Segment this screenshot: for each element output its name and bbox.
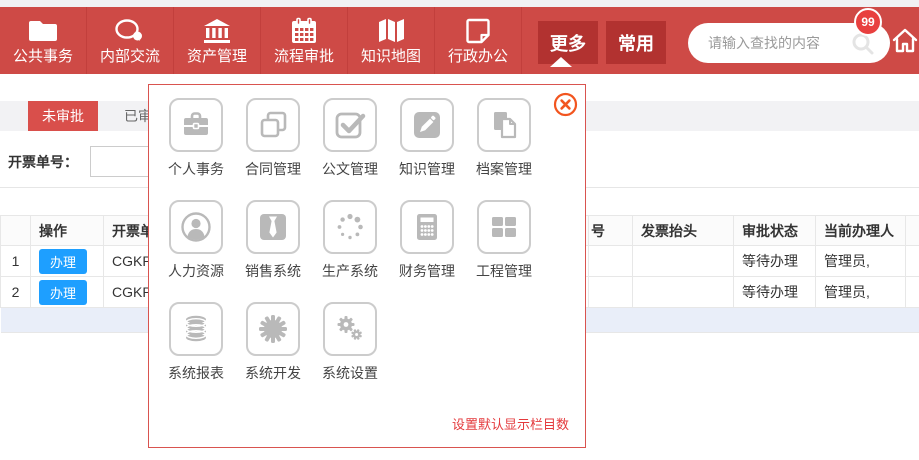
gears-icon (323, 302, 377, 356)
panel-item-label: 销售系统 (245, 261, 301, 281)
tab-unapproved[interactable]: 未审批 (28, 101, 98, 131)
table-cell (633, 277, 734, 308)
panel-item-label: 系统设置 (322, 363, 378, 383)
column-header: 审批状态 (734, 216, 816, 246)
panel-item-label: 工程管理 (476, 261, 532, 281)
chat-icon (113, 15, 147, 45)
tie-icon (246, 200, 300, 254)
panel-item-pencil[interactable]: 知识管理 (399, 98, 455, 179)
panel-item-grid[interactable]: 工程管理 (476, 200, 532, 281)
nav-item-chat[interactable]: 内部交流 (87, 7, 174, 74)
table-cell: 1 (1, 246, 31, 277)
panel-item-label: 生产系统 (322, 261, 378, 281)
panel-item-gears[interactable]: 系统设置 (322, 302, 378, 383)
panel-item-user[interactable]: 人力资源 (168, 200, 224, 281)
nav-items: 公共事务 内部交流 资产管理 流程审批 知识地图 行政办公 (0, 7, 522, 74)
notification-badge: 99 (854, 8, 882, 36)
common-button[interactable]: 常用 (606, 21, 666, 64)
table-cell: 管理员, (816, 246, 906, 277)
nav-item-calendar[interactable]: 流程审批 (261, 7, 348, 74)
invoice-no-label: 开票单号： (8, 152, 78, 172)
panel-item-label: 档案管理 (476, 159, 532, 179)
panel-item-label: 个人事务 (168, 159, 224, 179)
map-icon (376, 15, 406, 45)
panel-item-pages[interactable]: 档案管理 (476, 98, 532, 179)
panel-item-tie[interactable]: 销售系统 (245, 200, 301, 281)
check-square-icon (323, 98, 377, 152)
nav-item-bank[interactable]: 资产管理 (174, 7, 261, 74)
nav-item-label: 公共事务 (13, 48, 73, 66)
panel-grid-row: 系统报表 系统开发 系统设置 (168, 302, 585, 383)
column-header: 号 (589, 216, 633, 246)
nav-item-label: 知识地图 (361, 48, 421, 66)
user-icon (169, 200, 223, 254)
table-cell: 等待办理 (734, 277, 816, 308)
panel-item-calculator[interactable]: 财务管理 (399, 200, 455, 281)
document-icon (463, 15, 493, 45)
calendar-icon (288, 15, 320, 45)
top-strip (0, 0, 919, 7)
search-input[interactable] (706, 29, 850, 57)
table-cell (906, 246, 919, 277)
nav-item-label: 流程审批 (274, 48, 334, 66)
copy-icon (246, 98, 300, 152)
close-icon[interactable] (553, 92, 578, 117)
more-apps-panel: 个人事务 合同管理 公文管理 知识管理 档案管理人力资源 销售系统 生产系统 财务管理 工程管理… (148, 84, 586, 448)
home-icon[interactable] (891, 26, 919, 61)
panel-item-label: 人力资源 (168, 261, 224, 281)
search-icon[interactable] (850, 31, 876, 62)
calculator-icon (400, 200, 454, 254)
handle-button[interactable]: 办理 (39, 249, 87, 274)
panel-item-label: 系统开发 (245, 363, 301, 383)
spinner-icon (323, 200, 377, 254)
app-page: 公共事务内部交流资产管理流程审批知识地图行政办公 更多 常用 99 未审批 已审… (0, 0, 919, 460)
nav-item-document[interactable]: 行政办公 (435, 7, 522, 74)
panel-item-label: 公文管理 (322, 159, 378, 179)
table-cell (633, 246, 734, 277)
nav-item-folder[interactable]: 公共事务 (0, 7, 87, 74)
panel-item-label: 系统报表 (168, 363, 224, 383)
column-header: 当前办理人 (816, 216, 906, 246)
panel-item-check-square[interactable]: 公文管理 (322, 98, 378, 179)
table-cell: 等待办理 (734, 246, 816, 277)
panel-item-label: 财务管理 (399, 261, 455, 281)
nav-item-label: 行政办公 (448, 48, 508, 66)
nav-item-label: 内部交流 (100, 48, 160, 66)
top-navbar: 公共事务内部交流资产管理流程审批知识地图行政办公 更多 常用 99 (0, 7, 919, 74)
panel-item-copy[interactable]: 合同管理 (245, 98, 301, 179)
folder-icon (27, 15, 59, 45)
panel-item-briefcase[interactable]: 个人事务 (168, 98, 224, 179)
column-header (1, 216, 31, 246)
pages-icon (477, 98, 531, 152)
panel-grid-row: 个人事务 合同管理 公文管理 知识管理 档案管理 (168, 98, 585, 179)
grid-icon (477, 200, 531, 254)
column-header: 操作 (31, 216, 104, 246)
column-header (906, 216, 919, 246)
panel-callout-arrow (550, 57, 572, 67)
bank-icon (201, 15, 233, 45)
panel-item-label: 合同管理 (245, 159, 301, 179)
briefcase-icon (169, 98, 223, 152)
table-cell: 2 (1, 277, 31, 308)
panel-grid: 个人事务 合同管理 公文管理 知识管理 档案管理人力资源 销售系统 生产系统 财务管理 工程管理… (149, 98, 585, 383)
gear-burst-icon (246, 302, 300, 356)
database-icon (169, 302, 223, 356)
table-cell (589, 246, 633, 277)
panel-item-database[interactable]: 系统报表 (168, 302, 224, 383)
panel-item-label: 知识管理 (399, 159, 455, 179)
nav-item-map[interactable]: 知识地图 (348, 7, 435, 74)
panel-item-gear-burst[interactable]: 系统开发 (245, 302, 301, 383)
nav-item-label: 资产管理 (187, 48, 247, 66)
pencil-icon (400, 98, 454, 152)
handle-button[interactable]: 办理 (39, 280, 87, 305)
table-cell (589, 277, 633, 308)
panel-item-spinner[interactable]: 生产系统 (322, 200, 378, 281)
table-cell: 管理员, (816, 277, 906, 308)
panel-grid-row: 人力资源 销售系统 生产系统 财务管理 工程管理 (168, 200, 585, 281)
column-header: 发票抬头 (633, 216, 734, 246)
table-cell (906, 277, 919, 308)
set-default-columns-link[interactable]: 设置默认显示栏目数 (452, 414, 569, 433)
